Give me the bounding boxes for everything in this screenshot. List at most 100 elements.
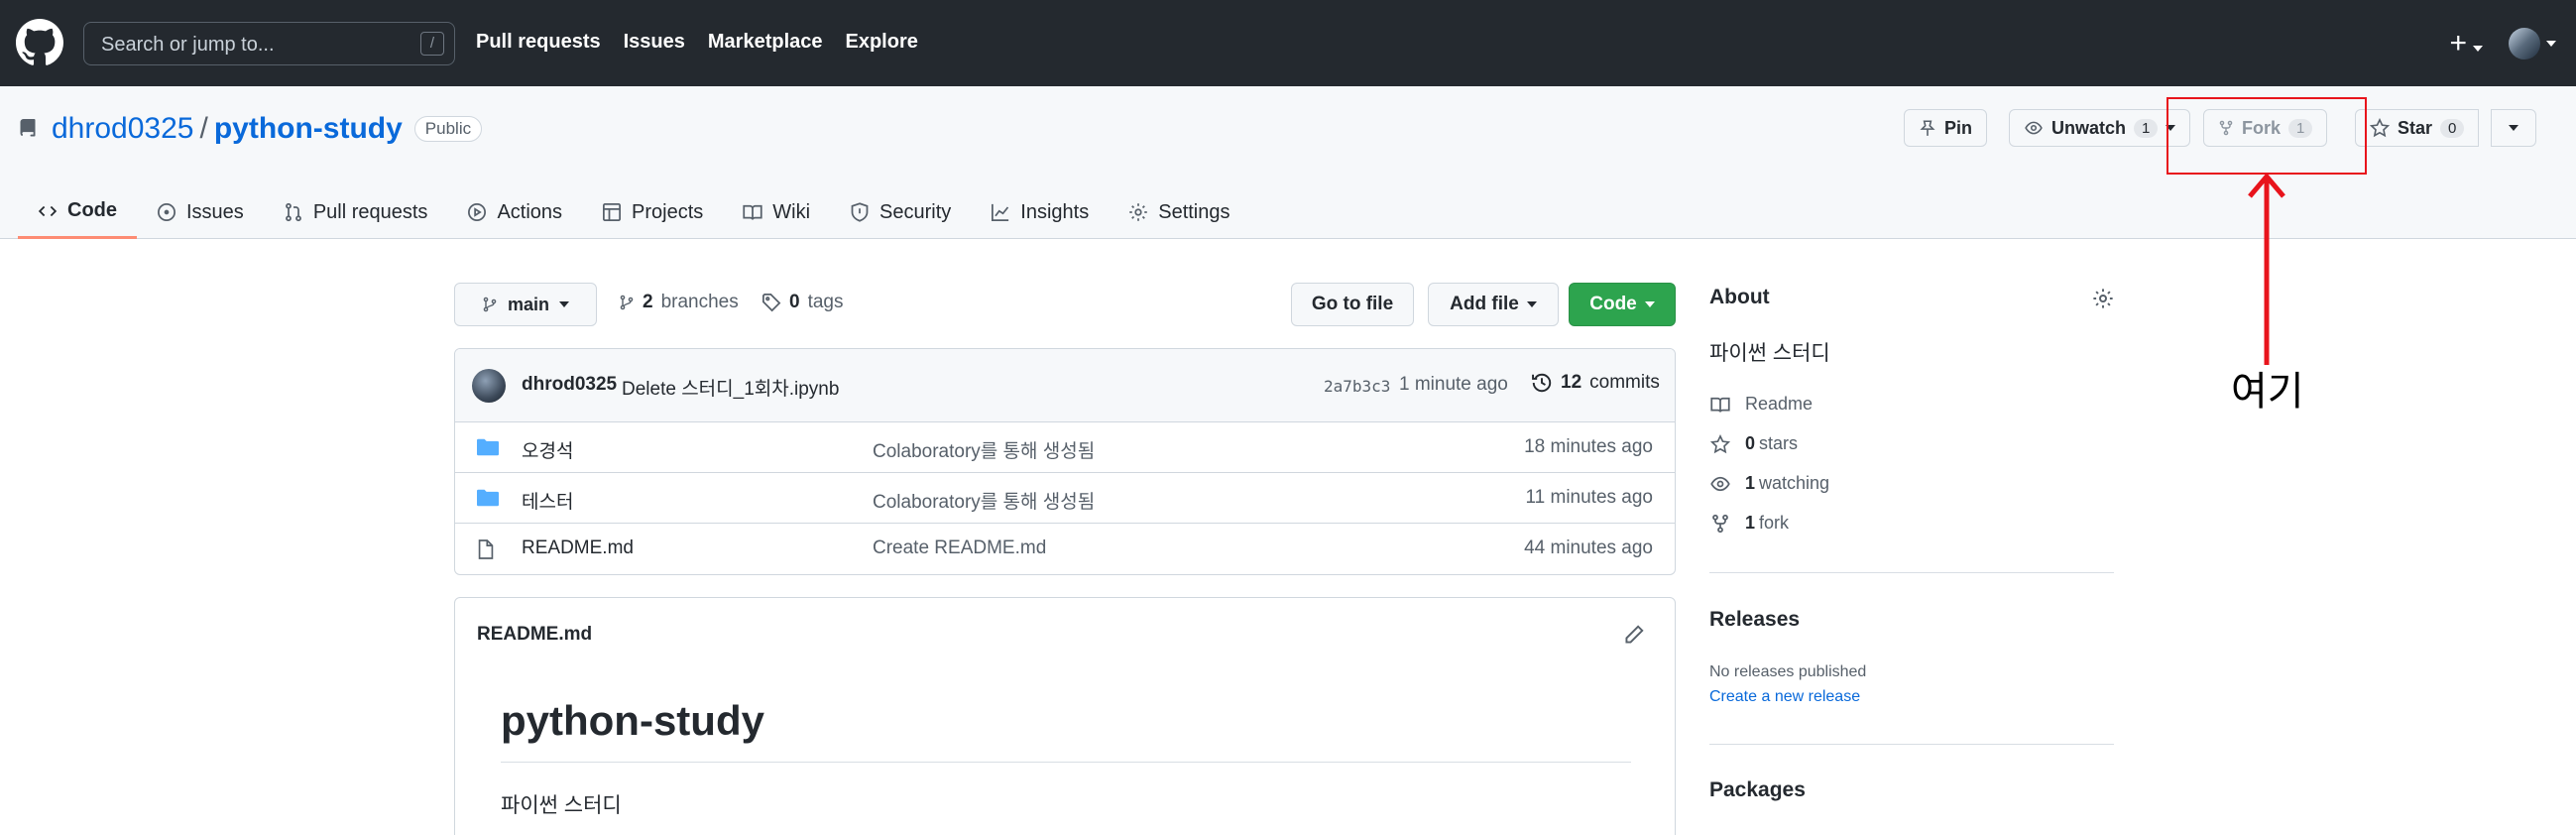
commits-label: commits: [1589, 372, 1660, 393]
packages-heading[interactable]: Packages: [1709, 778, 1806, 802]
table-row[interactable]: 오경석 Colaboratory를 통해 생성됨 18 minutes ago: [455, 422, 1675, 473]
watching-count: 1: [1745, 473, 1756, 493]
file-commit-message[interactable]: Colaboratory를 통해 생성됨: [873, 436, 1095, 463]
search-shortcut-badge: /: [420, 32, 444, 56]
stars-link[interactable]: 0 stars: [1709, 433, 1798, 454]
tab-label: Insights: [1020, 200, 1090, 223]
create-new-button[interactable]: +: [2449, 29, 2483, 59]
tab-wiki[interactable]: Wiki: [723, 185, 830, 239]
nav-marketplace[interactable]: Marketplace: [708, 31, 823, 54]
readme-body: 파이썬 스터디: [501, 794, 622, 817]
forks-link[interactable]: 1 fork: [1709, 513, 1789, 534]
file-commit-message[interactable]: Create README.md: [873, 537, 1046, 559]
repo-owner-link[interactable]: dhrod0325: [52, 112, 193, 146]
nav-explore[interactable]: Explore: [846, 31, 918, 54]
unwatch-label: Unwatch: [2051, 117, 2127, 138]
file-commit-time: 18 minutes ago: [1524, 436, 1653, 457]
about-heading: About: [1709, 286, 1770, 308]
pin-button[interactable]: Pin: [1904, 109, 1988, 147]
tab-pull-requests[interactable]: Pull requests: [264, 185, 448, 239]
github-logo-icon[interactable]: [16, 19, 63, 66]
watching-link[interactable]: 1 watching: [1709, 473, 1829, 494]
table-row[interactable]: 테스터 Colaboratory를 통해 생성됨 11 minutes ago: [455, 473, 1675, 524]
commit-sha[interactable]: 2a7b3c3: [1324, 377, 1390, 396]
arrow-up-icon: [2248, 173, 2285, 365]
tab-code[interactable]: Code: [18, 185, 137, 239]
repo-name-link[interactable]: python-study: [214, 112, 403, 146]
tab-label: Issues: [186, 200, 244, 223]
file-name[interactable]: 오경석: [522, 436, 573, 463]
branch-selector[interactable]: main: [454, 283, 597, 326]
repo-tabs: Code Issues Pull requests Actions Projec…: [18, 185, 1250, 239]
highlight-box: [2166, 97, 2367, 175]
divider: [1709, 572, 2114, 573]
table-row[interactable]: README.md Create README.md 44 minutes ag…: [455, 524, 1675, 574]
table-icon: [603, 203, 622, 221]
branches-link[interactable]: 2 branches: [619, 292, 739, 313]
global-nav: Pull requests Issues Marketplace Explore: [476, 31, 918, 54]
tab-security[interactable]: Security: [830, 185, 971, 239]
chevron-down-icon: [2509, 125, 2518, 131]
avatar[interactable]: [472, 369, 506, 403]
commit-message[interactable]: Delete 스터디_1회차.ipynb: [622, 374, 839, 401]
user-menu-button[interactable]: [2509, 28, 2556, 60]
chevron-down-icon: [2546, 41, 2556, 47]
readme-label: Readme: [1745, 394, 1814, 414]
create-release-link[interactable]: Create a new release: [1709, 688, 1860, 706]
readme-heading: python-study: [501, 697, 764, 744]
folder-icon: [477, 438, 499, 456]
releases-heading[interactable]: Releases: [1709, 608, 1800, 632]
shield-icon: [851, 202, 869, 222]
file-name[interactable]: README.md: [522, 537, 634, 559]
tab-label: Actions: [497, 200, 563, 223]
gear-icon[interactable]: [2092, 288, 2114, 309]
tags-count: 0: [789, 292, 800, 312]
readme-filename[interactable]: README.md: [477, 624, 592, 646]
pencil-icon[interactable]: [1623, 624, 1645, 646]
chevron-down-icon: [2473, 45, 2483, 52]
nav-pull-requests[interactable]: Pull requests: [476, 31, 601, 54]
play-icon: [468, 203, 487, 221]
search-input[interactable]: Search or jump to... /: [83, 22, 455, 65]
add-file-button[interactable]: Add file: [1428, 283, 1559, 326]
branch-icon: [483, 297, 497, 312]
book-icon: [1710, 397, 1730, 413]
tab-label: Code: [67, 199, 117, 221]
tab-settings[interactable]: Settings: [1109, 185, 1249, 239]
tab-insights[interactable]: Insights: [971, 185, 1109, 239]
chevron-down-icon: [1526, 301, 1537, 307]
file-icon: [478, 539, 494, 559]
no-releases-text: No releases published: [1709, 663, 1867, 680]
gear-icon: [1129, 203, 1147, 221]
file-name[interactable]: 테스터: [522, 487, 573, 514]
tags-link[interactable]: 0 tags: [761, 292, 844, 313]
add-file-label: Add file: [1450, 294, 1519, 314]
about-description: 파이썬 스터디: [1709, 342, 1830, 365]
repo-icon: [20, 119, 36, 137]
star-list-dropdown[interactable]: [2491, 109, 2536, 147]
commits-link[interactable]: 12 commits: [1531, 372, 1660, 394]
tab-projects[interactable]: Projects: [582, 185, 723, 239]
go-to-file-button[interactable]: Go to file: [1291, 283, 1414, 326]
tab-label: Wiki: [772, 200, 811, 223]
header-right-controls: +: [2449, 28, 2556, 60]
readme-link[interactable]: Readme: [1709, 394, 1813, 415]
avatar: [2509, 28, 2540, 60]
tags-label: tags: [807, 292, 844, 312]
file-list: dhrod0325 Delete 스터디_1회차.ipynb 2a7b3c3 1…: [454, 348, 1676, 575]
search-placeholder: Search or jump to...: [101, 34, 275, 56]
file-commit-message[interactable]: Colaboratory를 통해 생성됨: [873, 487, 1095, 514]
chevron-down-icon: [1644, 301, 1655, 307]
code-button[interactable]: Code: [1569, 283, 1676, 326]
unwatch-button[interactable]: Unwatch 1: [2009, 109, 2191, 147]
tab-actions[interactable]: Actions: [447, 185, 582, 239]
global-header: Search or jump to... / Pull requests Iss…: [0, 0, 2576, 86]
star-count: 0: [2440, 118, 2465, 138]
chevron-down-icon: [559, 301, 569, 307]
readme-panel: README.md python-study 파이썬 스터디: [454, 597, 1676, 835]
nav-issues[interactable]: Issues: [624, 31, 685, 54]
star-button[interactable]: Star 0: [2355, 109, 2480, 147]
commit-author[interactable]: dhrod0325: [522, 374, 617, 396]
commit-time: 1 minute ago: [1399, 374, 1508, 395]
tab-issues[interactable]: Issues: [137, 185, 264, 239]
